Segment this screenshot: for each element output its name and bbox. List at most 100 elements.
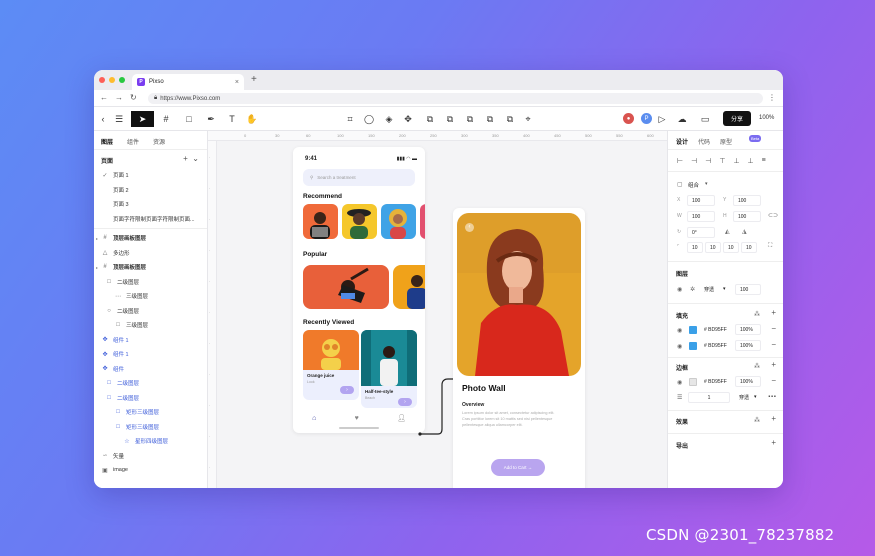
exclude-icon[interactable]: ⧉	[484, 111, 496, 127]
fill-color-swatch[interactable]	[689, 326, 697, 334]
blend-dropdown-icon[interactable]: ▾	[723, 286, 726, 292]
photo-wall-frame[interactable]: ‹ Photo Wall Overview Lorem ipsum dolor …	[453, 208, 585, 488]
back-icon[interactable]: ←	[100, 93, 108, 102]
recommend-thumb[interactable]	[420, 204, 425, 239]
tab-layers[interactable]: 图层	[101, 137, 113, 146]
y-input[interactable]: 100	[733, 195, 761, 206]
recommend-thumb[interactable]	[303, 204, 338, 239]
remove-fill-icon[interactable]: −	[771, 324, 776, 333]
fill-hex-input[interactable]: # BD95FF	[700, 340, 730, 351]
distribute-icon[interactable]: ≡	[762, 157, 766, 164]
layer-row[interactable]: □ 矩形三级图层	[94, 420, 207, 435]
radius-input[interactable]: 10	[741, 242, 757, 253]
visibility-icon[interactable]: ◉	[677, 327, 682, 334]
forward-icon[interactable]: →	[115, 93, 123, 102]
layer-row[interactable]: ☆ 星形四级图层	[94, 434, 207, 449]
card-arrow-button[interactable]: ›	[340, 386, 354, 394]
page-item[interactable]: 页面 2	[94, 183, 207, 198]
heart-icon[interactable]: ♥	[355, 415, 359, 422]
add-page-icon[interactable]: + ⌄	[183, 154, 199, 163]
recommend-thumb[interactable]	[381, 204, 416, 239]
main-menu-icon[interactable]: ☰	[114, 111, 124, 127]
crop-icon[interactable]: ⌖	[522, 111, 534, 127]
stroke-width-input[interactable]: 1	[688, 392, 730, 403]
flip-v-icon[interactable]: ◮	[742, 228, 747, 235]
page-item[interactable]: 页面 3	[94, 197, 207, 212]
popular-card[interactable]	[393, 265, 425, 309]
page-item[interactable]: 页面字符限制页面字符限制页面...	[94, 212, 207, 227]
recent-card[interactable]: Half-tee-style Beach ›	[361, 330, 417, 408]
group-label[interactable]: 组合	[688, 181, 699, 189]
flip-h-icon[interactable]: ◭	[725, 228, 730, 235]
user-avatar[interactable]: ●	[623, 113, 634, 124]
stroke-position-dropdown-icon[interactable]: ▾	[754, 394, 757, 400]
layer-row[interactable]: △ 多边形	[94, 246, 207, 261]
fill-color-swatch[interactable]	[689, 342, 697, 350]
maximize-window-button[interactable]	[119, 77, 125, 83]
hand-tool-icon[interactable]: ✋	[246, 111, 258, 127]
align-left-icon[interactable]: ⊢	[677, 157, 683, 165]
page-item[interactable]: ✓ 页面 1	[94, 168, 207, 183]
radius-input[interactable]: 10	[687, 242, 703, 253]
remove-stroke-icon[interactable]: −	[771, 376, 776, 385]
remove-fill-icon[interactable]: −	[771, 340, 776, 349]
visibility-icon[interactable]: ◉	[677, 286, 682, 293]
flatten-icon[interactable]: ⧉	[504, 111, 516, 127]
new-tab-icon[interactable]: +	[251, 74, 257, 85]
upload-icon[interactable]: ☁	[676, 111, 688, 127]
stroke-style-icon[interactable]: ⁂	[754, 363, 760, 370]
minimize-window-button[interactable]	[109, 77, 115, 83]
layer-row[interactable]: ○ 二级图层	[94, 304, 207, 319]
align-icon[interactable]: ✥	[402, 111, 414, 127]
text-tool-icon[interactable]: T	[226, 111, 238, 127]
zoom-level[interactable]: 100%	[759, 115, 774, 121]
fill-opacity-input[interactable]: 100%	[735, 340, 761, 351]
h-input[interactable]: 100	[733, 211, 761, 222]
tab-prototype[interactable]: 原型	[720, 137, 732, 146]
rotation-input[interactable]: 0°	[687, 227, 715, 238]
layer-opacity-input[interactable]: 100	[735, 284, 761, 295]
phone-search-bar[interactable]: ⚲ Search a treatment	[303, 169, 415, 186]
layer-row[interactable]: ✥ 组件	[94, 362, 207, 377]
radius-input[interactable]: 10	[723, 242, 739, 253]
fill-style-icon[interactable]: ⁂	[754, 311, 760, 318]
component-icon[interactable]: ⌗	[344, 111, 356, 127]
layer-row[interactable]: □ 二级图层	[94, 391, 207, 406]
align-bottom-icon[interactable]: ⊥	[748, 157, 754, 165]
profile-icon[interactable]: 👤︎	[397, 414, 406, 422]
fill-icon[interactable]: ◈	[383, 111, 395, 127]
add-stroke-icon[interactable]: +	[771, 360, 776, 369]
tab-design[interactable]: 设计	[676, 137, 688, 146]
radius-input[interactable]: 10	[705, 242, 721, 253]
browser-menu-icon[interactable]: ⋮	[768, 93, 776, 102]
frame-tool-icon[interactable]: #	[159, 111, 173, 127]
mask-icon[interactable]: ◯	[363, 111, 375, 127]
close-window-button[interactable]	[99, 77, 105, 83]
layer-row[interactable]: ▸ # 顶层画板图层	[94, 260, 207, 275]
popular-card[interactable]	[303, 265, 389, 309]
add-fill-icon[interactable]: +	[771, 308, 776, 317]
independent-corners-icon[interactable]: ⛶	[768, 243, 772, 250]
layer-row[interactable]: ▸ # 顶层画板图层	[94, 231, 207, 246]
layer-row[interactable]: □ 三级图层	[94, 318, 207, 333]
layer-row[interactable]: ⋯ 三级图层	[94, 289, 207, 304]
layer-row[interactable]: ✥ 组件 1	[94, 347, 207, 362]
intersect-icon[interactable]: ⧉	[464, 111, 476, 127]
tab-code[interactable]: 代码	[698, 137, 710, 146]
recent-card[interactable]: Orange juice Look ›	[303, 330, 359, 400]
back-chevron-icon[interactable]: ‹	[98, 111, 108, 127]
tab-assets[interactable]: 资源	[153, 137, 165, 146]
design-canvas[interactable]: 0 30 60 100 150 200 250 300 350 400 450 500 550 600 ·…	[208, 131, 667, 488]
layer-row[interactable]: ▣ image	[94, 463, 207, 478]
group-dropdown-icon[interactable]: ▾	[705, 181, 708, 187]
url-field[interactable]: 🔒︎ https://www.Pixso.com	[148, 93, 763, 104]
play-icon[interactable]: ▷	[656, 111, 668, 127]
add-to-cart-button[interactable]: Add to Cart →	[491, 459, 545, 476]
union-icon[interactable]: ⧉	[424, 111, 436, 127]
subtract-icon[interactable]: ⧉	[444, 111, 456, 127]
close-tab-icon[interactable]: ×	[235, 79, 239, 86]
align-middle-v-icon[interactable]: ⊥	[733, 157, 739, 165]
w-input[interactable]: 100	[687, 211, 715, 222]
layer-row[interactable]: □ 矩形三级图层	[94, 405, 207, 420]
x-input[interactable]: 100	[687, 195, 715, 206]
